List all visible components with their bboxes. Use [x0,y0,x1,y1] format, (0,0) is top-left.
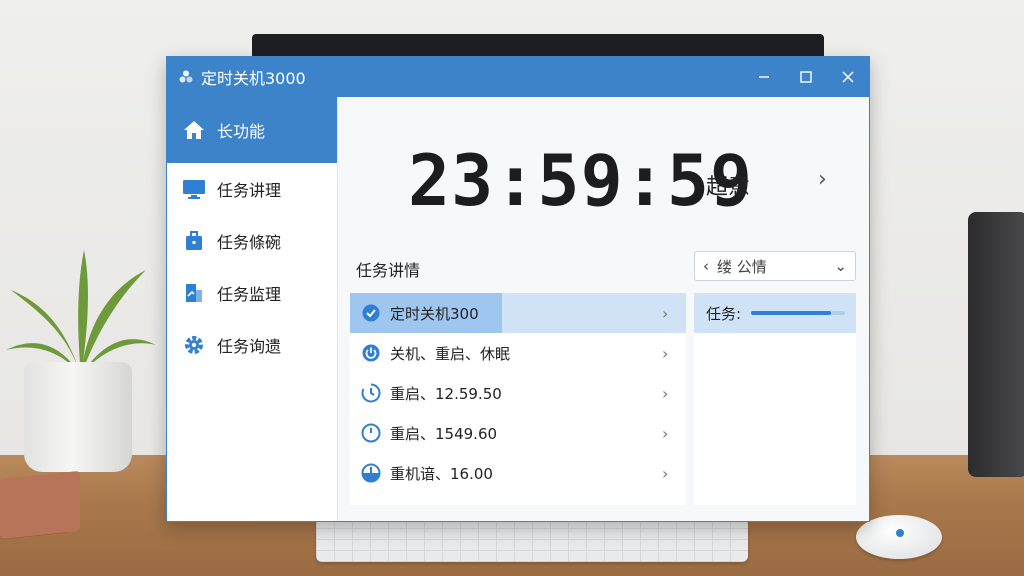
task-detail-panel: 任务: [694,293,856,505]
timer-icon [360,382,382,404]
task-row[interactable]: 重启、1549.60 › [350,413,686,453]
task-row-label: 重启、1549.60 [390,424,498,443]
task-row[interactable]: 关机、重启、休眠 › [350,333,686,373]
task-section-title: 任务讲情 [356,261,421,280]
minimize-icon [759,76,769,78]
main-panel: 23:59:59 超意 › 任务讲情 ‹ 缕 公情 ⌄ 定时关机300 › 关机… [338,97,869,521]
background-speaker [968,212,1024,477]
close-icon [842,71,854,83]
sidebar-item-task-query[interactable]: 任务询遗 [167,319,337,371]
task-row-label: 重机谙、16.00 [390,464,493,483]
check-circle-icon [360,302,382,324]
task-progress-label: 任务: [706,304,742,323]
clock-next-button[interactable]: › [818,167,827,192]
sidebar-item-label: 任务询遗 [217,337,282,356]
close-button[interactable] [827,57,869,97]
background-book [0,470,80,540]
sidebar-item-label: 长功能 [217,122,266,141]
chevron-down-icon: ⌄ [834,257,847,275]
row-chevron-icon: › [662,343,669,363]
monitor-icon [181,176,207,202]
task-row[interactable]: 重启、12.59.50 › [350,373,686,413]
task-row[interactable]: 重机谙、16.00 › [350,453,686,493]
minimize-button[interactable] [743,57,785,97]
maximize-icon [800,71,812,83]
sidebar: 长功能 任务讲理 任务條碗 任务监理 任务询遗 [167,97,338,521]
task-row-label: 重启、12.59.50 [390,384,502,403]
countdown-time: 23:59:59 [408,140,754,222]
row-chevron-icon: › [662,303,669,323]
task-list: 定时关机300 › 关机、重启、休眠 › 重启、12.59.50 › 重启、15… [350,293,686,505]
task-progress-bar [751,311,846,315]
app-window: 定时关机3000 长功能 任务讲理 任务條碗 任务监理 任务询遗 23:59:5… [166,56,870,522]
window-title: 定时关机3000 [201,69,306,88]
filter-prev-icon: ‹ [703,257,709,275]
task-row[interactable]: 定时关机300 › [350,293,686,333]
power-icon [360,342,382,364]
row-chevron-icon: › [662,383,669,403]
row-chevron-icon: › [662,463,669,483]
task-filter-dropdown[interactable]: ‹ 缕 公情 ⌄ [694,251,856,281]
sidebar-item-label: 任务监理 [217,285,282,304]
mouse-logo [896,529,904,537]
task-progress-row: 任务: [694,293,856,333]
sidebar-item-label: 任务讲理 [217,181,282,200]
title-bar[interactable]: 定时关机3000 [167,57,869,97]
sidebar-item-task-list[interactable]: 任务條碗 [167,215,337,267]
task-row-label: 关机、重启、休眠 [390,344,511,363]
row-chevron-icon: › [662,423,669,443]
maximize-button[interactable] [785,57,827,97]
briefcase-icon [181,228,207,254]
filter-selected-value: 缕 公情 [717,257,767,276]
gear-icon [181,332,207,358]
app-logo-icon [177,68,195,86]
task-progress-fill [751,311,831,315]
background-plant-pot [24,362,132,472]
half-clock-icon [360,462,382,484]
clock-display: 23:59:59 超意 › [338,141,870,221]
countdown-unit: 超意 [706,175,751,200]
background-keyboard [316,518,748,562]
background-plant-icon [6,250,156,375]
task-row-label: 定时关机300 [390,304,479,323]
document-icon [181,280,207,306]
sidebar-item-task-monitor[interactable]: 任务监理 [167,267,337,319]
home-icon [181,117,207,143]
sidebar-item-main[interactable]: 长功能 [167,97,337,163]
sidebar-item-label: 任务條碗 [217,233,282,252]
clock-icon [360,422,382,444]
sidebar-item-task-manage[interactable]: 任务讲理 [167,163,337,215]
